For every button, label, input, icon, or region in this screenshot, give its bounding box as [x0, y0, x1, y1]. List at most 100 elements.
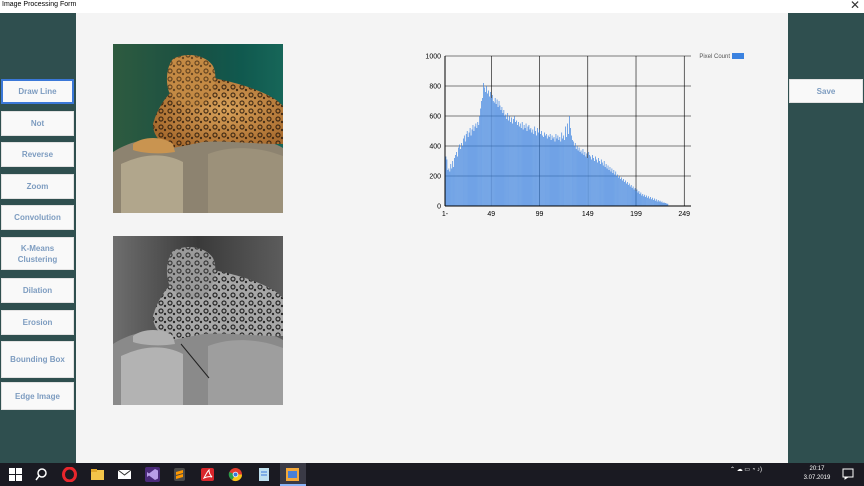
histogram-bar — [487, 93, 488, 206]
histogram-bar — [456, 152, 457, 206]
mail-icon[interactable] — [117, 467, 132, 482]
histogram-bar — [584, 152, 586, 206]
histogram-bar — [462, 138, 464, 206]
erosion-button[interactable]: Erosion — [1, 310, 74, 335]
histogram-bar — [485, 92, 486, 206]
histogram-bar — [633, 189, 635, 206]
pdf-reader-icon[interactable] — [200, 467, 215, 482]
close-icon[interactable]: ✕ — [850, 0, 860, 12]
legend-swatch — [732, 53, 744, 59]
x-tick-label: 149 — [582, 211, 594, 218]
histogram-bar — [661, 201, 663, 206]
histogram-bar — [447, 170, 449, 206]
histogram-bar — [623, 179, 624, 206]
histogram-bar — [474, 126, 476, 206]
bounding-box-button[interactable]: Bounding Box — [1, 341, 74, 378]
histogram-bar — [557, 135, 559, 206]
histogram-bar — [596, 159, 597, 206]
opera-icon[interactable] — [62, 467, 77, 482]
histogram-bar — [572, 141, 574, 206]
visual-studio-icon[interactable] — [145, 467, 160, 482]
histogram-bar — [541, 131, 542, 206]
histogram-bar — [481, 101, 482, 206]
histogram-bar — [531, 132, 533, 206]
histogram-bar — [451, 168, 453, 206]
histogram-bar — [644, 194, 646, 206]
search-icon[interactable] — [34, 467, 49, 482]
histogram-bar — [606, 168, 608, 206]
chrome-icon[interactable] — [228, 467, 243, 482]
histogram-bar — [581, 153, 583, 206]
histogram-bar — [459, 144, 460, 206]
dilation-button[interactable]: Dilation — [1, 278, 74, 303]
histogram-bar — [547, 135, 549, 206]
not-button[interactable]: Not — [1, 111, 74, 136]
notifications-icon[interactable] — [842, 468, 854, 480]
histogram-bar — [593, 158, 594, 206]
title-bar: Image Processing Form ✕ — [0, 0, 864, 13]
histogram-bar — [654, 198, 655, 206]
active-app-slot[interactable] — [280, 463, 306, 486]
histogram-bar — [508, 120, 510, 206]
notepad-icon[interactable] — [256, 467, 271, 482]
histogram-bar — [634, 188, 636, 206]
clock[interactable]: 20:17 3.07.2019 — [800, 465, 834, 483]
zoom-button[interactable]: Zoom — [1, 174, 74, 199]
histogram-bar — [575, 149, 577, 206]
convolution-button[interactable]: Convolution — [1, 205, 74, 230]
histogram-bar — [586, 153, 588, 206]
histogram-bar — [627, 185, 629, 206]
k-means-clustering-button[interactable]: K-Means Clustering — [1, 237, 74, 270]
histogram-bar — [449, 171, 451, 206]
histogram-bar — [567, 123, 568, 206]
histogram-bar — [461, 143, 462, 206]
histogram-bar — [591, 159, 592, 206]
histogram-bar — [519, 123, 521, 206]
draw-line-button[interactable]: Draw Line — [1, 79, 74, 104]
histogram-bar — [458, 147, 459, 206]
file-explorer-icon[interactable] — [90, 467, 105, 482]
histogram-bar — [561, 132, 563, 206]
histogram-bar — [618, 177, 619, 206]
histogram-bar — [490, 92, 491, 206]
image-app-icon[interactable] — [285, 467, 300, 482]
histogram-bar — [486, 86, 487, 206]
histogram-bar — [583, 155, 585, 206]
histogram-bar — [454, 158, 455, 206]
histogram-bar — [607, 165, 609, 206]
taskbar: ⌃ ☁ ▭ ◔ ♪) 20:17 3.07.2019 — [0, 463, 864, 486]
histogram-bar — [457, 156, 458, 206]
windows-start-icon[interactable] — [8, 467, 23, 482]
histogram-bar — [555, 134, 557, 206]
histogram-bar — [552, 138, 554, 206]
histogram-bar — [626, 182, 628, 206]
histogram-bar — [589, 155, 591, 206]
save-button[interactable]: Save — [789, 79, 863, 103]
histogram-bar — [549, 134, 551, 206]
window-title: Image Processing Form — [2, 1, 77, 8]
histogram-bar — [537, 128, 538, 206]
histogram-bar — [656, 201, 658, 206]
histogram-bar — [488, 90, 489, 206]
histogram-bar — [473, 131, 475, 206]
histogram-bar — [609, 167, 611, 206]
histogram-bar — [507, 113, 509, 206]
histogram-bar — [625, 180, 626, 206]
histogram-bar — [617, 174, 619, 206]
sublime-icon[interactable] — [172, 467, 187, 482]
histogram-bar — [574, 143, 576, 206]
system-tray-icons[interactable]: ⌃ ☁ ▭ ◔ ♪) — [730, 466, 762, 473]
histogram-bar — [495, 104, 497, 206]
histogram-bar — [590, 156, 592, 206]
histogram-bar — [600, 159, 602, 206]
histogram-bar — [516, 120, 517, 206]
histogram-bar — [637, 192, 639, 206]
histogram-bar — [564, 140, 565, 206]
edge-image-button[interactable]: Edge Image — [1, 382, 74, 410]
histogram-bar — [506, 119, 508, 206]
histogram-bar — [464, 141, 466, 206]
processed-image — [113, 236, 283, 405]
histogram-bar — [595, 156, 596, 206]
histogram-bar — [663, 202, 665, 206]
reverse-button[interactable]: Reverse — [1, 142, 74, 167]
